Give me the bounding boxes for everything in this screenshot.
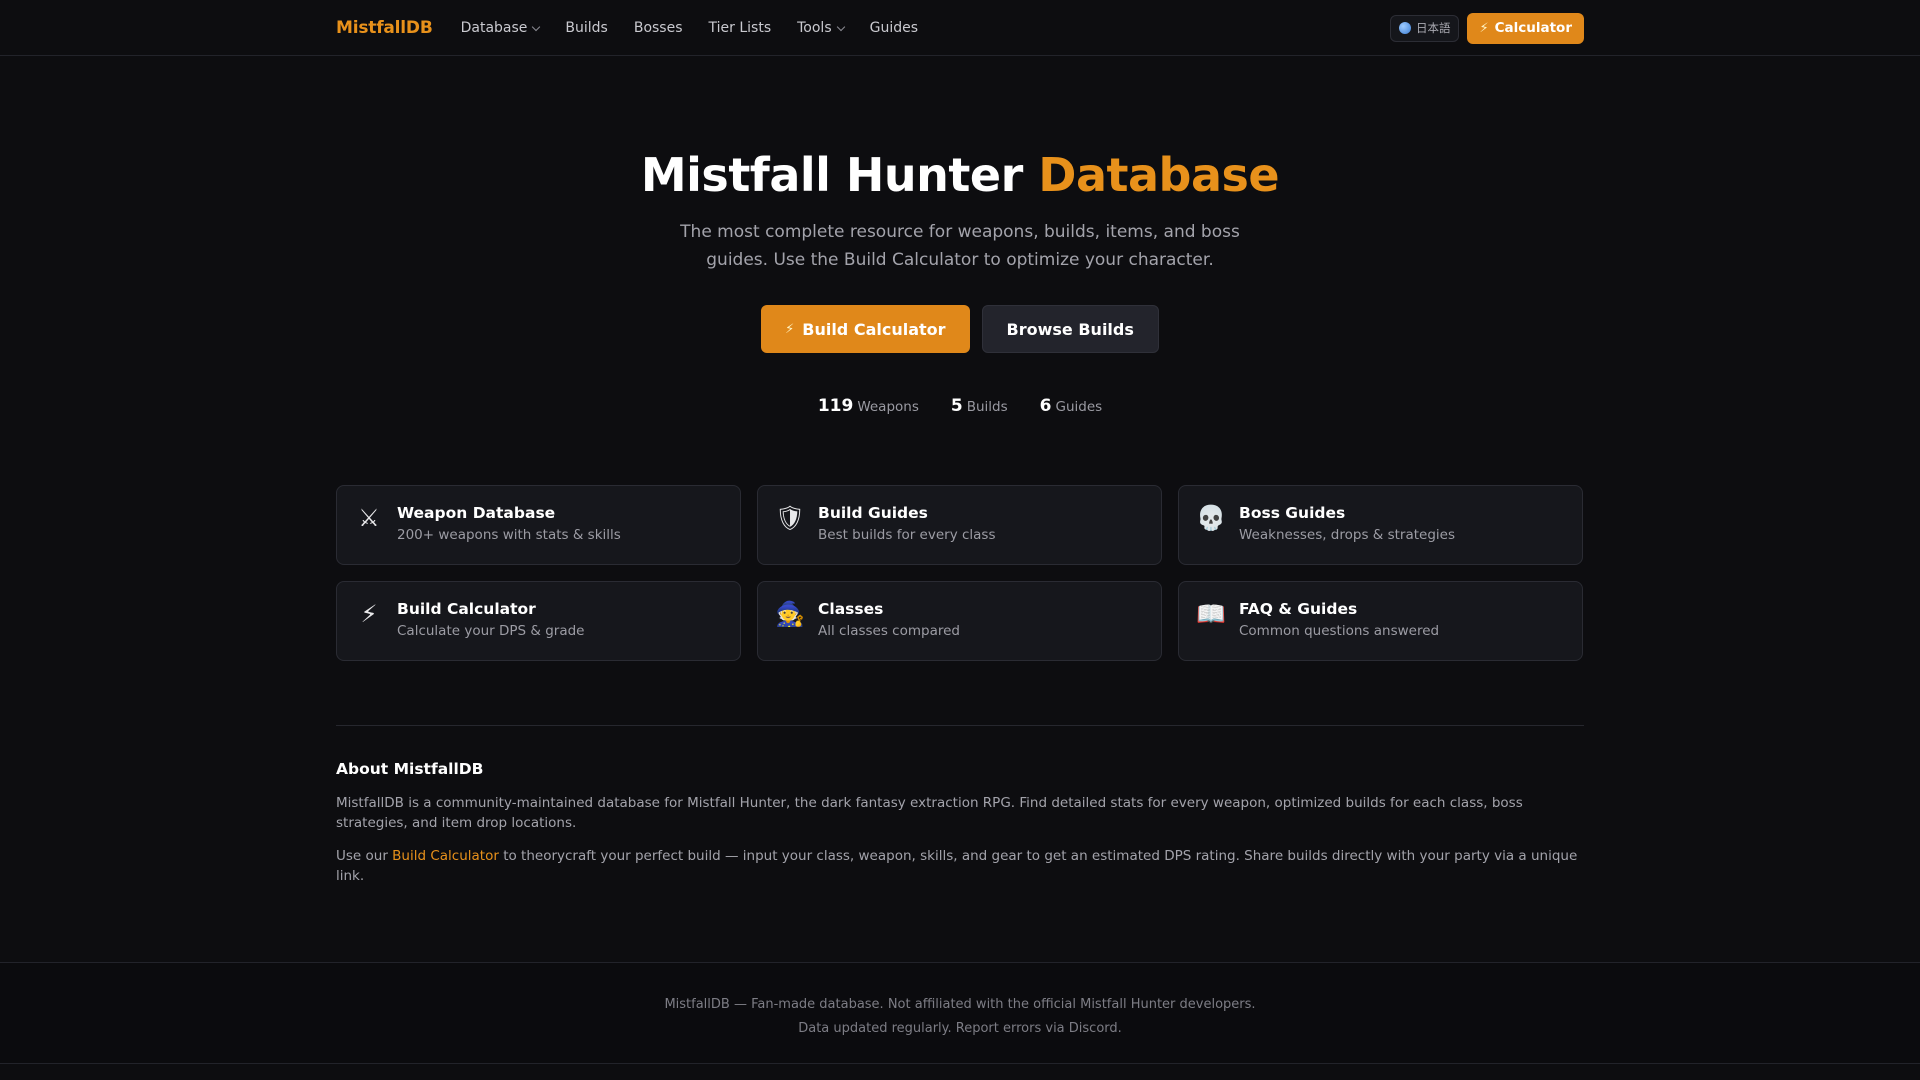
card-description: Weaknesses, drops & strategies xyxy=(1239,527,1456,543)
stat-weapons: 119 Weapons xyxy=(818,396,919,416)
lightning-icon: ⚡ xyxy=(360,600,378,628)
nav-item-label: Guides xyxy=(869,20,919,36)
feature-cards: ⚔ Weapon Database 200+ weapons with stat… xyxy=(336,485,1584,661)
nav-item-bosses[interactable]: Bosses xyxy=(634,20,683,36)
globe-icon xyxy=(1398,22,1411,34)
calculator-label: Calculator xyxy=(1494,20,1572,36)
about-text: Use our xyxy=(336,848,393,864)
top-navbar: MistfallDB Database Builds Bosses Tier L… xyxy=(0,0,1920,56)
card-weapon-database[interactable]: ⚔ Weapon Database 200+ weapons with stat… xyxy=(336,485,741,565)
chevron-down-icon xyxy=(836,22,845,31)
nav-item-label: Database xyxy=(460,20,528,36)
card-description: Common questions answered xyxy=(1239,623,1440,639)
card-title: Build Guides xyxy=(818,504,928,522)
card-classes[interactable]: 🧙 Classes All classes compared xyxy=(757,581,1162,661)
card-title: Build Calculator xyxy=(397,600,536,618)
stats-row: 119 Weapons 5 Builds 6 Guides xyxy=(0,396,1920,416)
card-description: Best builds for every class xyxy=(818,527,996,543)
nav-item-builds[interactable]: Builds xyxy=(565,20,607,36)
navbar-inner: MistfallDB Database Builds Bosses Tier L… xyxy=(336,0,1584,56)
about-paragraph-2: Use our Build Calculator to theorycraft … xyxy=(336,846,1584,886)
hero-subtitle: The most complete resource for weapons, … xyxy=(680,222,1240,270)
lightning-icon: ⚡ xyxy=(1479,20,1489,36)
nav-item-guides[interactable]: Guides xyxy=(870,20,918,36)
card-text: Classes All classes compared xyxy=(818,600,960,639)
hero-buttons: ⚡ Build Calculator Browse Builds xyxy=(0,305,1920,353)
hero-title-main: Mistfall Hunter xyxy=(640,148,1023,202)
build-calculator-label: Build Calculator xyxy=(802,319,946,339)
footer: MistfallDB — Fan-made database. Not affi… xyxy=(0,962,1920,1064)
nav-item-label: Tools xyxy=(797,20,832,36)
stat-label: Weapons xyxy=(857,399,919,415)
card-build-guides[interactable]: 🛡 Build Guides Best builds for every cla… xyxy=(757,485,1162,565)
book-icon: 📖 xyxy=(1196,600,1226,628)
calculator-button[interactable]: ⚡ Calculator xyxy=(1467,12,1584,44)
about-text: to theorycraft your perfect build — inpu… xyxy=(336,848,1578,884)
crossed-swords-icon: ⚔ xyxy=(358,504,380,532)
footer-disclaimer: MistfallDB — Fan-made database. Not affi… xyxy=(664,997,1256,1012)
browse-builds-button[interactable]: Browse Builds xyxy=(981,305,1159,353)
card-text: FAQ & Guides Common questions answered xyxy=(1239,600,1439,639)
stat-value: 119 xyxy=(817,396,854,416)
stat-label: Guides xyxy=(1055,399,1103,415)
skull-icon: 💀 xyxy=(1196,504,1226,532)
stat-guides: 6 Guides xyxy=(1040,396,1103,416)
card-boss-guides[interactable]: 💀 Boss Guides Weaknesses, drops & strate… xyxy=(1178,485,1583,565)
hero-title-accent: Database xyxy=(1038,148,1280,202)
stat-value: 6 xyxy=(1039,396,1052,416)
chevron-down-icon xyxy=(532,22,541,31)
language-switch-button[interactable]: 日本語 xyxy=(1389,14,1460,42)
nav-item-tier-lists[interactable]: Tier Lists xyxy=(709,20,772,36)
about-paragraph-1: MistfallDB is a community-maintained dat… xyxy=(336,795,1523,831)
stat-label: Builds xyxy=(966,399,1008,415)
language-label: 日本語 xyxy=(1415,21,1451,35)
card-title: Boss Guides xyxy=(1239,504,1346,522)
stat-value: 5 xyxy=(950,396,963,416)
footer-note: Data updated regularly. Report errors vi… xyxy=(798,1021,1122,1036)
card-title: Classes xyxy=(818,600,884,618)
nav-item-label: Tier Lists xyxy=(708,20,772,36)
card-description: 200+ weapons with stats & skills xyxy=(397,527,621,543)
stat-builds: 5 Builds xyxy=(951,396,1008,416)
nav-right: 日本語 ⚡ Calculator xyxy=(1389,12,1584,44)
about-title: About MistfallDB xyxy=(336,760,484,778)
nav-item-database[interactable]: Database xyxy=(460,20,541,36)
site-logo[interactable]: MistfallDB xyxy=(336,18,433,38)
hero-title: Mistfall Hunter Database xyxy=(0,148,1920,202)
card-text: Weapon Database 200+ weapons with stats … xyxy=(397,504,621,543)
card-text: Boss Guides Weaknesses, drops & strategi… xyxy=(1239,504,1455,543)
card-text: Build Guides Best builds for every class xyxy=(818,504,996,543)
card-title: Weapon Database xyxy=(397,504,556,522)
card-build-calculator[interactable]: ⚡ Build Calculator Calculate your DPS & … xyxy=(336,581,741,661)
nav-item-label: Builds xyxy=(565,20,608,36)
build-calculator-button[interactable]: ⚡ Build Calculator xyxy=(761,305,970,353)
section-divider xyxy=(336,725,1584,726)
build-calculator-link[interactable]: Build Calculator xyxy=(392,848,499,864)
card-description: Calculate your DPS & grade xyxy=(397,623,585,639)
lightning-icon: ⚡ xyxy=(785,321,795,337)
card-text: Build Calculator Calculate your DPS & gr… xyxy=(397,600,584,639)
nav-links: Database Builds Bosses Tier Lists Tools … xyxy=(461,20,918,36)
nav-item-label: Bosses xyxy=(633,20,683,36)
mage-icon: 🧙 xyxy=(775,600,805,628)
card-faq-guides[interactable]: 📖 FAQ & Guides Common questions answered xyxy=(1178,581,1583,661)
shield-icon: 🛡 xyxy=(774,504,806,532)
nav-item-tools[interactable]: Tools xyxy=(797,20,845,36)
card-title: FAQ & Guides xyxy=(1239,600,1358,618)
card-description: All classes compared xyxy=(818,623,960,639)
